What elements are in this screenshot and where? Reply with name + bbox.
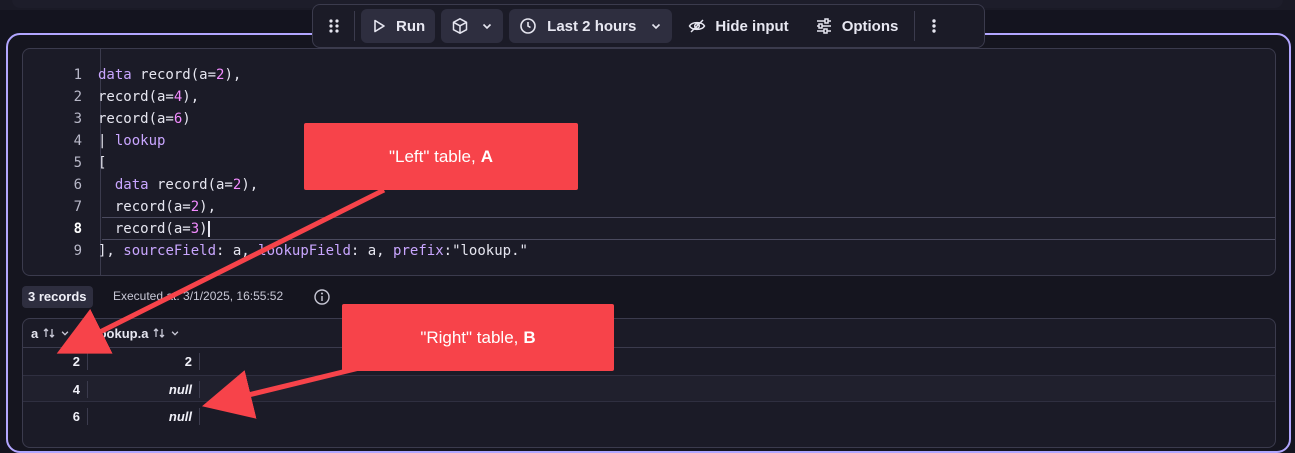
- info-icon[interactable]: [313, 288, 331, 306]
- code-line[interactable]: record(a=3): [98, 218, 210, 240]
- drag-handle-icon: [328, 18, 340, 34]
- clock-icon: [519, 17, 537, 35]
- cell-lookup-a-null: null: [168, 409, 192, 424]
- cell-a: 2: [72, 354, 80, 369]
- right-callout-text: "Right" table,: [420, 327, 519, 347]
- line-number: 3: [73, 111, 82, 127]
- chevron-down-icon: [650, 20, 662, 32]
- table-row[interactable]: 4 null: [23, 375, 1275, 402]
- sort-icon[interactable]: [42, 326, 56, 340]
- results-table: a lookup.a 2 2 4 null 6 null: [22, 318, 1276, 448]
- chevron-down-icon[interactable]: [170, 328, 180, 338]
- active-line-highlight: [102, 217, 1275, 240]
- table-row[interactable]: 6 null: [23, 403, 1275, 430]
- code-line[interactable]: data record(a=2),: [98, 64, 241, 86]
- left-callout-text: "Left" table,: [388, 146, 476, 166]
- cell-a: 4: [72, 382, 80, 397]
- cell-a: 6: [72, 409, 80, 424]
- sort-icon[interactable]: [152, 326, 166, 340]
- code-line[interactable]: [: [98, 152, 106, 174]
- right-callout-letter: B: [523, 327, 536, 347]
- line-number: 1: [73, 67, 82, 83]
- text-cursor: [207, 221, 210, 237]
- play-icon: [371, 18, 387, 34]
- cube-icon: [451, 17, 469, 35]
- line-number: 7: [73, 199, 82, 215]
- code-line[interactable]: record(a=6): [98, 108, 191, 130]
- column-header-label: lookup.a: [95, 325, 149, 341]
- line-number: 4: [73, 133, 82, 149]
- toolbar-divider: [354, 11, 355, 41]
- data-source-dropdown[interactable]: [441, 9, 504, 43]
- chevron-down-icon: [481, 20, 493, 32]
- eye-off-icon: [688, 17, 706, 35]
- more-actions-button[interactable]: [921, 9, 947, 43]
- line-number-gutter: 1 2 3 4 5 6 7 8 9: [23, 49, 101, 275]
- sliders-icon: [815, 17, 833, 35]
- code-line[interactable]: | lookup: [98, 130, 165, 152]
- timeframe-selector[interactable]: Last 2 hours: [509, 9, 673, 43]
- more-vertical-icon: [931, 18, 937, 34]
- hide-input-label: Hide input: [715, 17, 789, 35]
- query-editor[interactable]: 1 2 3 4 5 6 7 8 9 data record(a=2), reco…: [22, 48, 1276, 276]
- column-header-label: a: [31, 325, 39, 341]
- drag-handle-button[interactable]: [320, 9, 348, 43]
- options-button[interactable]: Options: [805, 9, 909, 43]
- column-header-a[interactable]: a: [23, 319, 87, 347]
- line-number-active: 8: [73, 221, 82, 237]
- section-toolbar: Run Last 2 hours Hide input Options: [312, 4, 985, 48]
- column-header-lookup-a[interactable]: lookup.a: [87, 319, 207, 347]
- left-table-callout: "Left" table, A: [304, 123, 578, 190]
- table-row[interactable]: 2 2: [23, 348, 1275, 375]
- cell-lookup-a: 2: [184, 354, 192, 369]
- code-line[interactable]: record(a=4),: [98, 86, 199, 108]
- toolbar-divider: [914, 11, 916, 41]
- execution-timestamp: Executed at: 3/1/2025, 16:55:52: [113, 289, 284, 303]
- left-callout-letter: A: [480, 146, 494, 166]
- code-line[interactable]: data record(a=2),: [98, 174, 258, 196]
- timeframe-label: Last 2 hours: [547, 17, 637, 35]
- code-line[interactable]: ], sourceField: a, lookupField: a, prefi…: [98, 240, 528, 262]
- options-label: Options: [841, 17, 899, 35]
- line-number: 9: [73, 243, 82, 259]
- line-number: 6: [73, 177, 82, 193]
- code-line[interactable]: record(a=2),: [98, 196, 216, 218]
- hide-input-button[interactable]: Hide input: [678, 9, 798, 43]
- run-button[interactable]: Run: [361, 9, 436, 43]
- run-label: Run: [396, 17, 426, 35]
- record-count-badge: 3 records: [22, 286, 93, 308]
- line-number: 2: [73, 89, 82, 105]
- cell-lookup-a-null: null: [168, 382, 192, 397]
- right-table-callout: "Right" table, B: [342, 304, 614, 371]
- line-number: 5: [73, 155, 82, 171]
- chevron-down-icon[interactable]: [60, 328, 70, 338]
